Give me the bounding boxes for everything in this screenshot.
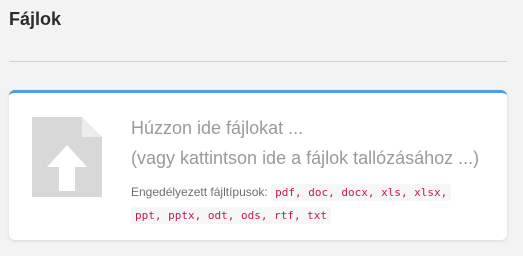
allowed-types-label: Engedélyezett fájltípusok: [131, 185, 268, 199]
allowed-file-types: Engedélyezett fájltípusok: pdf, doc, doc… [131, 181, 481, 227]
page-title: Fájlok [9, 9, 62, 29]
allowed-types-list: pdf, doc, docx, xls, xlsx, [271, 184, 452, 201]
browse-instruction: (vagy kattintson ide a fájlok tallózásáh… [131, 148, 480, 168]
drop-instruction: Húzzon ide fájlokat ... [131, 118, 304, 138]
allowed-types-list: ppt, pptx, odt, ods, rtf, txt [131, 207, 332, 224]
file-upload-icon [32, 117, 102, 197]
file-dropzone[interactable]: Húzzon ide fájlokat ... (vagy kattintson… [9, 90, 507, 240]
divider [9, 61, 507, 62]
